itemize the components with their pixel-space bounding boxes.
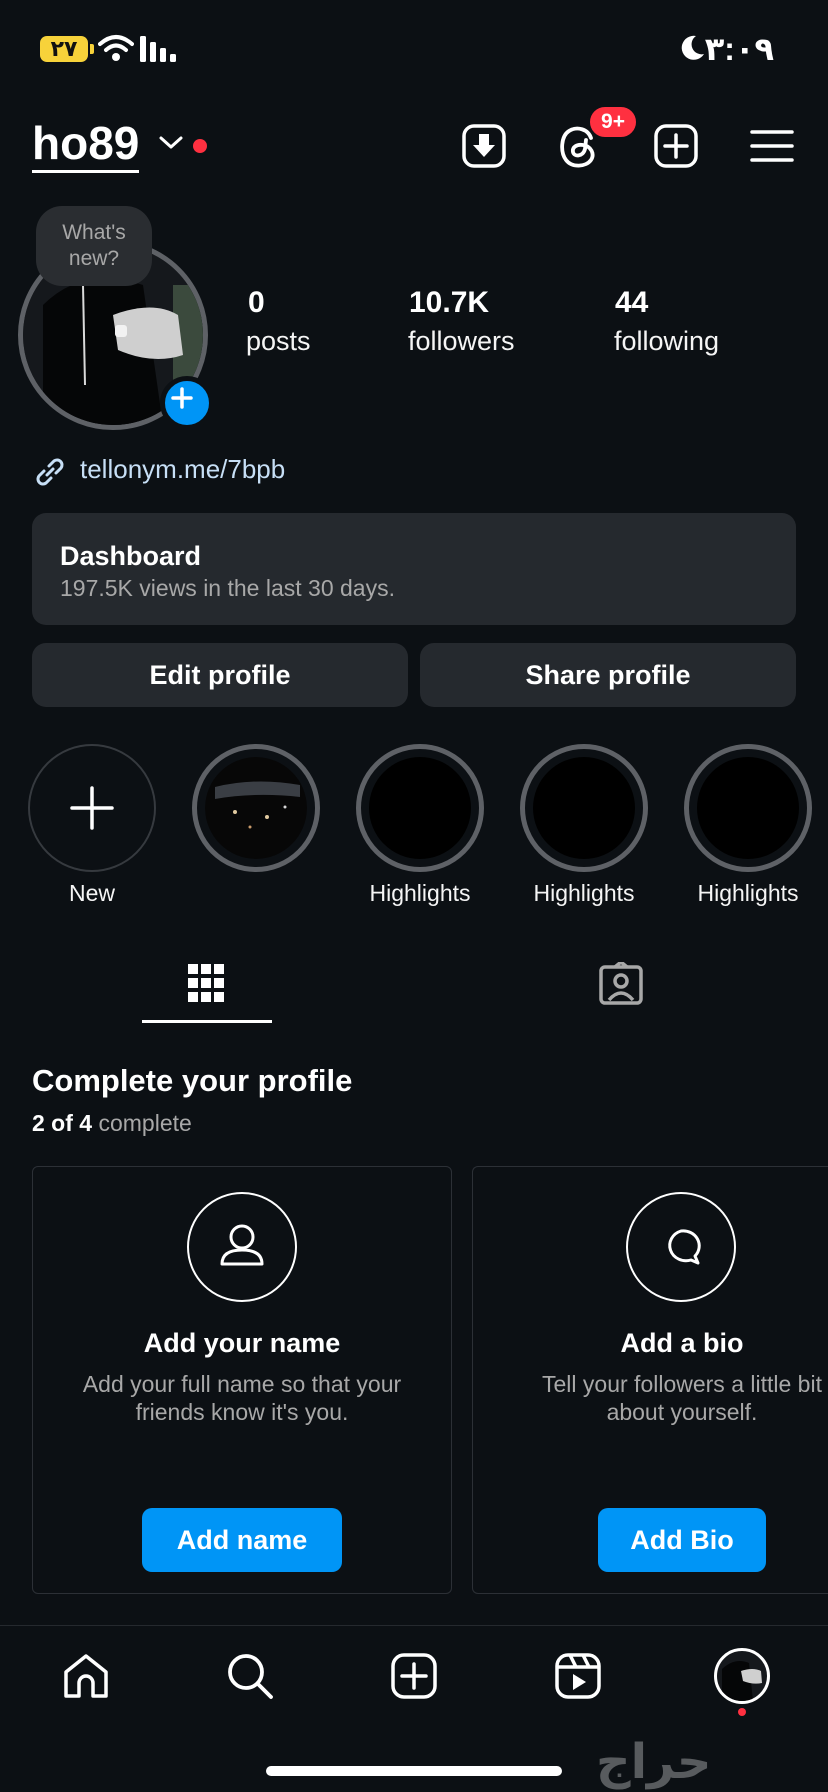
new-highlight-button[interactable] — [28, 744, 156, 872]
highlight-label: Highlights — [369, 880, 471, 906]
highlight-cover — [369, 757, 471, 859]
speech-bubble-icon — [626, 1192, 736, 1302]
home-icon[interactable] — [60, 1650, 112, 1702]
nav-divider — [0, 1625, 828, 1626]
profile-notification-dot — [738, 1708, 746, 1716]
highlight-item[interactable] — [356, 744, 484, 872]
home-indicator[interactable] — [266, 1766, 562, 1776]
username-switcher[interactable]: ho89 — [32, 118, 140, 173]
add-bio-description-text: Tell your followers a little bit about y… — [542, 1371, 822, 1425]
watermark-logo: حراج — [596, 1736, 712, 1789]
download-icon[interactable] — [460, 122, 508, 170]
progress-count: 2 of 4 — [32, 1110, 93, 1136]
following-count: 44 — [615, 286, 649, 319]
progress-suffix: complete — [98, 1110, 192, 1136]
plus-icon — [171, 387, 193, 409]
moon-icon — [681, 35, 704, 60]
status-time: ٣:٠٩ — [704, 31, 774, 67]
complete-profile-title: Complete your profile — [32, 1063, 353, 1098]
create-icon[interactable] — [388, 1650, 440, 1702]
highlight-photo — [205, 757, 307, 859]
followers-label[interactable]: followers — [408, 326, 515, 357]
share-profile-button[interactable]: Share profile — [420, 643, 796, 707]
dashboard-card[interactable]: Dashboard 197.5K views in the last 30 da… — [32, 513, 796, 625]
dashboard-title: Dashboard — [60, 541, 202, 571]
reels-icon[interactable] — [552, 1650, 604, 1702]
account-alert-dot — [193, 139, 207, 153]
tab-grid-indicator — [142, 1020, 272, 1023]
highlight-item[interactable] — [520, 744, 648, 872]
notifications-badge: 9+ — [587, 104, 639, 140]
profile-tab-avatar[interactable] — [714, 1648, 770, 1704]
dashboard-subtitle: 197.5K views in the last 30 days. — [60, 575, 395, 601]
highlight-cover — [533, 757, 635, 859]
edit-profile-button[interactable]: Edit profile — [32, 643, 408, 707]
add-name-description: Add your full name so that your friends … — [82, 1371, 402, 1425]
avatar-photo — [722, 1661, 762, 1701]
complete-profile-progress: 2 of 4 complete — [32, 1110, 192, 1137]
add-bio-description: Tell your followers a little bit about y… — [516, 1370, 828, 1430]
posts-count: 0 — [248, 286, 265, 319]
add-name-button[interactable]: Add name — [142, 1508, 342, 1572]
highlight-item[interactable] — [684, 744, 812, 872]
followers-count: 10.7K — [409, 286, 490, 319]
following-label[interactable]: following — [614, 326, 719, 357]
menu-icon[interactable] — [748, 122, 796, 170]
create-post-icon[interactable] — [652, 122, 700, 170]
battery-indicator: ٢٧ — [40, 36, 94, 62]
highlight-label-new: New — [68, 880, 115, 906]
highlight-item[interactable] — [192, 744, 320, 872]
wifi-icon — [98, 35, 134, 61]
add-story-button[interactable] — [160, 376, 214, 430]
whats-new-tooltip[interactable]: What's new? — [36, 206, 152, 286]
chevron-down-icon[interactable] — [158, 134, 184, 152]
bio-link[interactable]: tellonym.me/7bpb — [80, 454, 285, 485]
person-icon — [187, 1192, 297, 1302]
link-icon — [36, 458, 64, 486]
highlight-label: Highlights — [697, 880, 799, 906]
add-bio-title: Add a bio — [620, 1328, 744, 1358]
tagged-icon[interactable] — [598, 962, 644, 1006]
add-bio-button[interactable]: Add Bio — [598, 1508, 766, 1572]
highlight-label: Highlights — [533, 880, 635, 906]
posts-label[interactable]: posts — [246, 326, 311, 357]
grid-icon[interactable] — [186, 960, 226, 1006]
search-icon[interactable] — [224, 1650, 276, 1702]
highlight-cover — [697, 757, 799, 859]
signal-icon — [140, 36, 176, 62]
plus-icon — [70, 786, 114, 830]
add-name-title: Add your name — [143, 1328, 341, 1358]
